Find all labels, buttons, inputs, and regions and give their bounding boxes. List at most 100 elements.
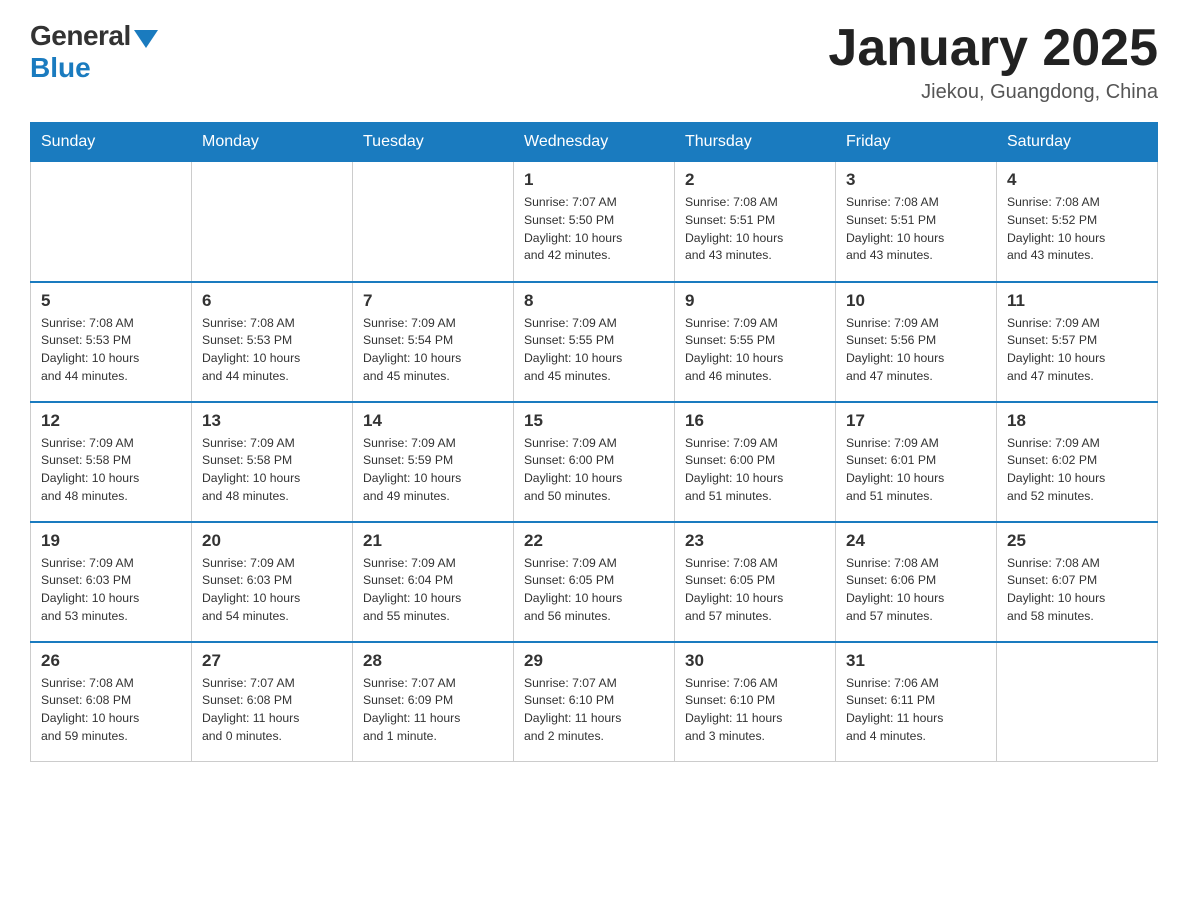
calendar-day-cell: 27Sunrise: 7:07 AMSunset: 6:08 PMDayligh…	[192, 642, 353, 762]
day-info: Sunrise: 7:06 AMSunset: 6:11 PMDaylight:…	[846, 675, 986, 746]
day-info: Sunrise: 7:06 AMSunset: 6:10 PMDaylight:…	[685, 675, 825, 746]
weekday-header-row: SundayMondayTuesdayWednesdayThursdayFrid…	[31, 123, 1158, 162]
calendar-day-cell: 23Sunrise: 7:08 AMSunset: 6:05 PMDayligh…	[675, 522, 836, 642]
day-number: 3	[846, 170, 986, 190]
weekday-header-sunday: Sunday	[31, 123, 192, 162]
calendar-day-cell: 5 Sunrise: 7:08 AMSunset: 5:53 PMDaylight…	[31, 282, 192, 402]
day-number: 18	[1007, 411, 1147, 431]
calendar-day-cell: 20 Sunrise: 7:09 AMSunset: 6:03 PMDayligh…	[192, 522, 353, 642]
calendar-day-cell: 31 Sunrise: 7:06 AMSunset: 6:11 PMDayligh…	[836, 642, 997, 762]
calendar-day-cell: 7 Sunrise: 7:09 AMSunset: 5:54 PMDaylight…	[353, 282, 514, 402]
day-info: Sunrise: 7:09 AMSunset: 6:00 PMDaylight:…	[524, 435, 664, 506]
day-number: 8	[524, 291, 664, 311]
calendar-day-cell	[31, 162, 192, 282]
calendar-day-cell: 4 Sunrise: 7:08 AMSunset: 5:52 PMDaylight…	[997, 162, 1158, 282]
day-info: Sunrise: 7:09 AMSunset: 5:55 PMDaylight:…	[685, 315, 825, 386]
calendar-day-cell: 25 Sunrise: 7:08 AMSunset: 6:07 PMDayligh…	[997, 522, 1158, 642]
calendar-day-cell: 22 Sunrise: 7:09 AMSunset: 6:05 PMDayligh…	[514, 522, 675, 642]
calendar-day-cell: 6Sunrise: 7:08 AMSunset: 5:53 PMDaylight…	[192, 282, 353, 402]
day-info: Sunrise: 7:07 AMSunset: 6:10 PMDaylight:…	[524, 675, 664, 746]
calendar-day-cell: 11 Sunrise: 7:09 AMSunset: 5:57 PMDayligh…	[997, 282, 1158, 402]
logo-general-text: General	[30, 20, 131, 52]
day-info: Sunrise: 7:08 AMSunset: 6:07 PMDaylight:…	[1007, 555, 1147, 626]
weekday-header-tuesday: Tuesday	[353, 123, 514, 162]
calendar-day-cell: 2 Sunrise: 7:08 AMSunset: 5:51 PMDaylight…	[675, 162, 836, 282]
calendar-day-cell	[997, 642, 1158, 762]
day-number: 5	[41, 291, 181, 311]
day-number: 25	[1007, 531, 1147, 551]
calendar-day-cell: 18 Sunrise: 7:09 AMSunset: 6:02 PMDayligh…	[997, 402, 1158, 522]
page-header: General Blue January 2025 Jiekou, Guangd…	[30, 20, 1158, 104]
weekday-header-wednesday: Wednesday	[514, 123, 675, 162]
day-number: 11	[1007, 291, 1147, 311]
day-info: Sunrise: 7:09 AMSunset: 6:04 PMDaylight:…	[363, 555, 503, 626]
day-info: Sunrise: 7:09 AMSunset: 5:54 PMDaylight:…	[363, 315, 503, 386]
calendar-day-cell: 3Sunrise: 7:08 AMSunset: 5:51 PMDaylight…	[836, 162, 997, 282]
day-info: Sunrise: 7:09 AMSunset: 5:56 PMDaylight:…	[846, 315, 986, 386]
day-number: 29	[524, 651, 664, 671]
day-number: 26	[41, 651, 181, 671]
calendar-day-cell: 10 Sunrise: 7:09 AMSunset: 5:56 PMDayligh…	[836, 282, 997, 402]
day-number: 31	[846, 651, 986, 671]
day-number: 2	[685, 170, 825, 190]
logo-blue-text: Blue	[30, 52, 91, 84]
day-info: Sunrise: 7:09 AMSunset: 6:03 PMDaylight:…	[41, 555, 181, 626]
day-number: 20	[202, 531, 342, 551]
day-info: Sunrise: 7:07 AMSunset: 6:08 PMDaylight:…	[202, 675, 342, 746]
weekday-header-thursday: Thursday	[675, 123, 836, 162]
day-number: 1	[524, 170, 664, 190]
day-info: Sunrise: 7:08 AMSunset: 5:52 PMDaylight:…	[1007, 194, 1147, 265]
day-info: Sunrise: 7:08 AMSunset: 6:06 PMDaylight:…	[846, 555, 986, 626]
calendar-week-row: 12 Sunrise: 7:09 AMSunset: 5:58 PMDayligh…	[31, 402, 1158, 522]
day-info: Sunrise: 7:09 AMSunset: 6:01 PMDaylight:…	[846, 435, 986, 506]
day-number: 14	[363, 411, 503, 431]
day-number: 22	[524, 531, 664, 551]
day-info: Sunrise: 7:07 AMSunset: 6:09 PMDaylight:…	[363, 675, 503, 746]
day-info: Sunrise: 7:09 AMSunset: 5:57 PMDaylight:…	[1007, 315, 1147, 386]
day-info: Sunrise: 7:09 AMSunset: 5:58 PMDaylight:…	[202, 435, 342, 506]
day-info: Sunrise: 7:09 AMSunset: 5:58 PMDaylight:…	[41, 435, 181, 506]
day-number: 9	[685, 291, 825, 311]
calendar-title: January 2025	[828, 20, 1158, 77]
day-info: Sunrise: 7:08 AMSunset: 5:51 PMDaylight:…	[685, 194, 825, 265]
day-number: 7	[363, 291, 503, 311]
day-info: Sunrise: 7:09 AMSunset: 6:03 PMDaylight:…	[202, 555, 342, 626]
day-number: 23	[685, 531, 825, 551]
day-number: 28	[363, 651, 503, 671]
calendar-day-cell: 19 Sunrise: 7:09 AMSunset: 6:03 PMDayligh…	[31, 522, 192, 642]
day-number: 16	[685, 411, 825, 431]
day-number: 4	[1007, 170, 1147, 190]
day-number: 6	[202, 291, 342, 311]
calendar-day-cell: 9 Sunrise: 7:09 AMSunset: 5:55 PMDaylight…	[675, 282, 836, 402]
day-number: 24	[846, 531, 986, 551]
calendar-day-cell: 26 Sunrise: 7:08 AMSunset: 6:08 PMDayligh…	[31, 642, 192, 762]
title-section: January 2025 Jiekou, Guangdong, China	[828, 20, 1158, 104]
day-info: Sunrise: 7:09 AMSunset: 6:02 PMDaylight:…	[1007, 435, 1147, 506]
day-number: 19	[41, 531, 181, 551]
logo-arrow-icon	[134, 30, 158, 48]
day-info: Sunrise: 7:08 AMSunset: 5:53 PMDaylight:…	[41, 315, 181, 386]
day-number: 30	[685, 651, 825, 671]
calendar-week-row: 26 Sunrise: 7:08 AMSunset: 6:08 PMDayligh…	[31, 642, 1158, 762]
day-number: 12	[41, 411, 181, 431]
calendar-day-cell: 8Sunrise: 7:09 AMSunset: 5:55 PMDaylight…	[514, 282, 675, 402]
weekday-header-friday: Friday	[836, 123, 997, 162]
weekday-header-saturday: Saturday	[997, 123, 1158, 162]
day-info: Sunrise: 7:09 AMSunset: 6:00 PMDaylight:…	[685, 435, 825, 506]
calendar-day-cell: 30 Sunrise: 7:06 AMSunset: 6:10 PMDayligh…	[675, 642, 836, 762]
calendar-week-row: 1 Sunrise: 7:07 AMSunset: 5:50 PMDaylight…	[31, 162, 1158, 282]
day-number: 10	[846, 291, 986, 311]
calendar-table: SundayMondayTuesdayWednesdayThursdayFrid…	[30, 122, 1158, 762]
calendar-day-cell: 24 Sunrise: 7:08 AMSunset: 6:06 PMDayligh…	[836, 522, 997, 642]
calendar-day-cell: 12 Sunrise: 7:09 AMSunset: 5:58 PMDayligh…	[31, 402, 192, 522]
calendar-week-row: 5 Sunrise: 7:08 AMSunset: 5:53 PMDaylight…	[31, 282, 1158, 402]
calendar-day-cell: 15Sunrise: 7:09 AMSunset: 6:00 PMDayligh…	[514, 402, 675, 522]
day-info: Sunrise: 7:09 AMSunset: 6:05 PMDaylight:…	[524, 555, 664, 626]
calendar-day-cell	[353, 162, 514, 282]
calendar-day-cell: 14Sunrise: 7:09 AMSunset: 5:59 PMDayligh…	[353, 402, 514, 522]
calendar-day-cell: 16 Sunrise: 7:09 AMSunset: 6:00 PMDayligh…	[675, 402, 836, 522]
weekday-header-monday: Monday	[192, 123, 353, 162]
day-info: Sunrise: 7:08 AMSunset: 6:08 PMDaylight:…	[41, 675, 181, 746]
calendar-day-cell: 28 Sunrise: 7:07 AMSunset: 6:09 PMDayligh…	[353, 642, 514, 762]
day-info: Sunrise: 7:07 AMSunset: 5:50 PMDaylight:…	[524, 194, 664, 265]
